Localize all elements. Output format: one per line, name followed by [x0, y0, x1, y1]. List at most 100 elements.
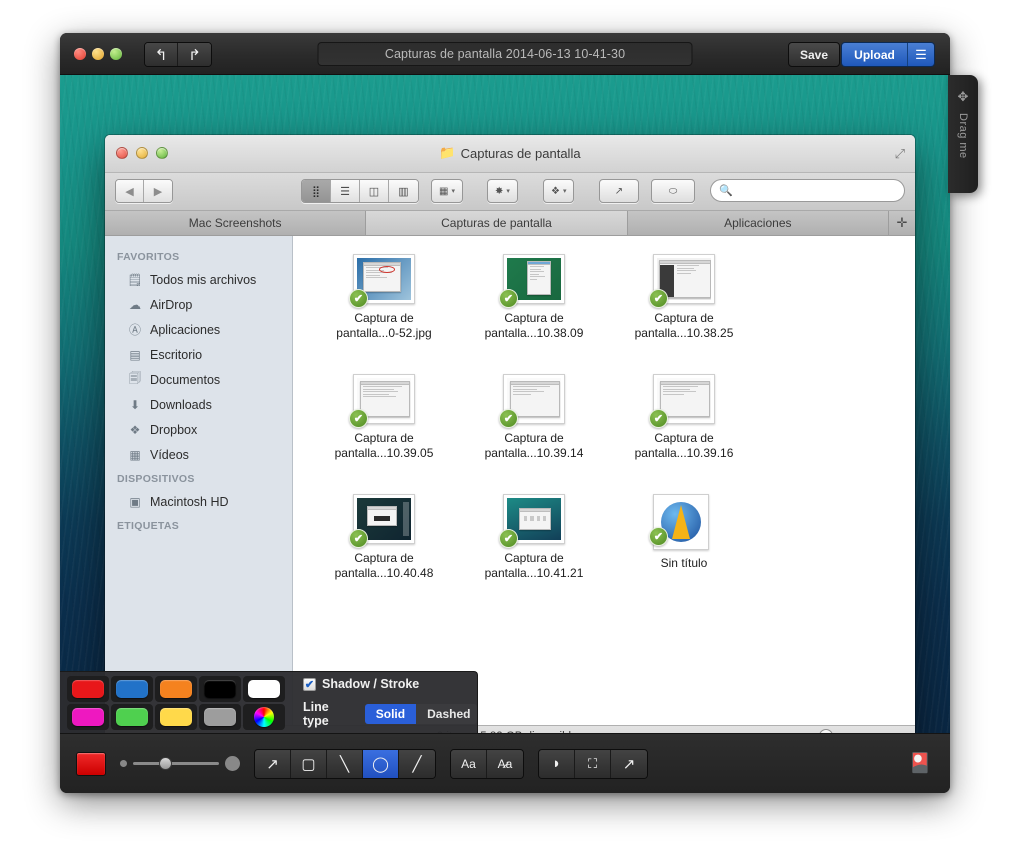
documents-icon: 🗐 — [129, 371, 141, 385]
file-thumbnail: ✔ — [349, 494, 415, 548]
pen-tool-button[interactable]: ╱ — [399, 749, 435, 778]
swatch-gray[interactable] — [199, 703, 241, 730]
status-badge: ✔ — [649, 527, 668, 546]
swatch-magenta[interactable] — [67, 703, 109, 730]
fullscreen-icon[interactable]: ⤢ — [895, 146, 905, 162]
coverflow-view-icon: ▥ — [398, 185, 409, 198]
file-item[interactable]: ✔ Captura de pantalla...10.39.16 — [609, 370, 759, 490]
file-label: Sin título — [660, 556, 708, 570]
stroke-size-slider[interactable] — [120, 756, 240, 771]
file-label: Captura de pantalla...10.38.09 — [484, 311, 584, 340]
undo-button[interactable]: ↰ — [145, 43, 178, 66]
app-zoom-button[interactable] — [110, 48, 122, 60]
hamburger-menu-button[interactable]: ☰ — [908, 43, 934, 66]
finder-sidebar: FAVORITOS 🗒 Todos mis archivos ☁ AirDrop… — [105, 236, 293, 725]
icon-view-button[interactable]: ⣿ — [302, 180, 331, 202]
sidebar-item-downloads[interactable]: ⬇ Downloads — [105, 392, 292, 417]
upload-button[interactable]: Upload — [842, 43, 908, 66]
file-item[interactable]: ✔ Captura de pantalla...10.41.21 — [459, 490, 609, 610]
file-item[interactable]: ✔ Captura de pantalla...10.38.25 — [609, 250, 759, 370]
list-view-button[interactable]: ☰ — [331, 180, 360, 202]
blur-tool-button[interactable]: ◗ — [539, 749, 575, 778]
forward-button[interactable]: ▶ — [144, 180, 172, 202]
file-item[interactable]: ✔ Captura de pantalla...10.38.09 — [459, 250, 609, 370]
column-view-button[interactable]: ◫ — [360, 180, 389, 202]
search-icon: 🔍 — [719, 185, 733, 197]
sidebar-item-todos-mis-archivos[interactable]: 🗒 Todos mis archivos — [105, 267, 292, 292]
sidebar-item-macintosh-hd[interactable]: ▣ Macintosh HD — [105, 489, 292, 514]
new-tab-button[interactable]: ✛ — [888, 211, 915, 235]
arrow-tool-button[interactable]: ↗ — [255, 749, 291, 778]
stamp-icon[interactable]: 🎴 — [908, 751, 932, 775]
action-menu-button[interactable]: ✸ ▾ — [487, 179, 518, 203]
coverflow-view-button[interactable]: ▥ — [389, 180, 418, 202]
sidebar-item-aplicaciones[interactable]: Ⓐ Aplicaciones — [105, 317, 292, 342]
crop-tool-button[interactable]: ⛶ — [575, 749, 611, 778]
shadow-stroke-checkbox[interactable]: ✔ — [303, 677, 316, 691]
finder-content-area[interactable]: ✔ Captura de pantalla...0-52.jpg ✔ Captu… — [293, 236, 915, 725]
screenshot-canvas[interactable]: 📁 Capturas de pantalla ⤢ ◀ ▶ ⣿ ☰ ◫ ▥ ▦ ▾… — [60, 75, 950, 733]
line-type-dashed-button[interactable]: Dashed — [416, 704, 477, 724]
sidebar-item-videos[interactable]: ▦ Vídeos — [105, 442, 292, 467]
finder-body: FAVORITOS 🗒 Todos mis archivos ☁ AirDrop… — [105, 236, 915, 725]
arrange-button[interactable]: ▦ ▾ — [431, 179, 463, 203]
finder-toolbar: ◀ ▶ ⣿ ☰ ◫ ▥ ▦ ▾ ✸ ▾ ❖ ▾ ↗ ⬭ 🔍 — [105, 173, 915, 211]
text-style-tool-button[interactable]: A̷a — [487, 749, 523, 778]
file-label: Captura de pantalla...10.39.05 — [334, 431, 434, 460]
share-button[interactable]: ↗ — [599, 179, 639, 203]
sidebar-item-escritorio[interactable]: ▤ Escritorio — [105, 342, 292, 367]
stroke-size-knob[interactable] — [159, 757, 172, 770]
text-style-icon: A̷a — [497, 756, 513, 771]
sidebar-header-favoritos: FAVORITOS — [117, 251, 180, 263]
swatch-yellow[interactable] — [155, 703, 197, 730]
stroke-size-track[interactable] — [133, 757, 219, 770]
swatch-red[interactable] — [67, 675, 109, 702]
navigation-group: ◀ ▶ — [115, 179, 173, 203]
sidebar-item-documentos[interactable]: 🗐 Documentos — [105, 367, 292, 392]
sidebar-item-dropbox[interactable]: ❖ Dropbox — [105, 417, 292, 442]
airdrop-icon: ☁ — [129, 297, 141, 312]
file-label: Captura de pantalla...0-52.jpg — [336, 311, 432, 340]
swatch-orange[interactable] — [155, 675, 197, 702]
search-input[interactable]: 🔍 — [710, 179, 905, 202]
sidebar-item-airdrop[interactable]: ☁ AirDrop — [105, 292, 292, 317]
file-item[interactable]: ✔ Captura de pantalla...10.39.05 — [309, 370, 459, 490]
file-thumbnail: ✔ — [649, 374, 715, 428]
line-tool-button[interactable]: ╲ — [327, 749, 363, 778]
tab-capturas-de-pantalla[interactable]: Capturas de pantalla — [366, 211, 628, 235]
document-title-field[interactable]: Capturas de pantalla 2014-06-13 10-41-30 — [317, 42, 693, 66]
rectangle-tool-button[interactable]: ▢ — [291, 749, 327, 778]
file-item[interactable]: ✔ Captura de pantalla...10.40.48 — [309, 490, 459, 610]
resize-tool-button[interactable]: ↗ — [611, 749, 647, 778]
file-item[interactable]: ✔ Sin título — [609, 490, 759, 610]
crop-icon: ⛶ — [587, 755, 598, 771]
swatch-green[interactable] — [111, 703, 153, 730]
color-wheel-button[interactable] — [243, 703, 285, 730]
large-size-icon — [225, 756, 240, 771]
file-item[interactable]: ✔ Captura de pantalla...0-52.jpg — [309, 250, 459, 370]
app-close-button[interactable] — [74, 48, 86, 60]
tab-mac-screenshots[interactable]: Mac Screenshots — [105, 211, 367, 235]
tag-button[interactable]: ⬭ — [651, 179, 695, 203]
tab-aplicaciones[interactable]: Aplicaciones — [627, 211, 889, 235]
drag-me-tab[interactable]: ✥ Drag me — [948, 75, 978, 193]
undo-icon: ↰ — [154, 46, 168, 64]
current-color-button[interactable] — [76, 751, 106, 776]
status-badge: ✔ — [349, 409, 368, 428]
ellipse-tool-button[interactable]: ◯ — [363, 749, 399, 778]
file-item[interactable]: ✔ Captura de pantalla...10.39.14 — [459, 370, 609, 490]
save-button[interactable]: Save — [788, 42, 840, 67]
dropbox-menu-button[interactable]: ❖ ▾ — [543, 179, 575, 203]
effect-tools-group: ◗ ⛶ ↗ — [538, 748, 648, 779]
file-thumbnail: ✔ — [349, 374, 415, 428]
back-button[interactable]: ◀ — [116, 180, 144, 202]
swatch-blue[interactable] — [111, 675, 153, 702]
text-tool-button[interactable]: Aa — [451, 749, 487, 778]
swatch-black[interactable] — [199, 675, 241, 702]
file-label: Captura de pantalla...10.40.48 — [334, 551, 434, 580]
app-minimize-button[interactable] — [92, 48, 104, 60]
line-type-solid-button[interactable]: Solid — [364, 704, 417, 724]
upload-label: Upload — [854, 47, 895, 62]
swatch-white[interactable] — [243, 675, 285, 702]
redo-button[interactable]: ↱ — [178, 43, 211, 66]
